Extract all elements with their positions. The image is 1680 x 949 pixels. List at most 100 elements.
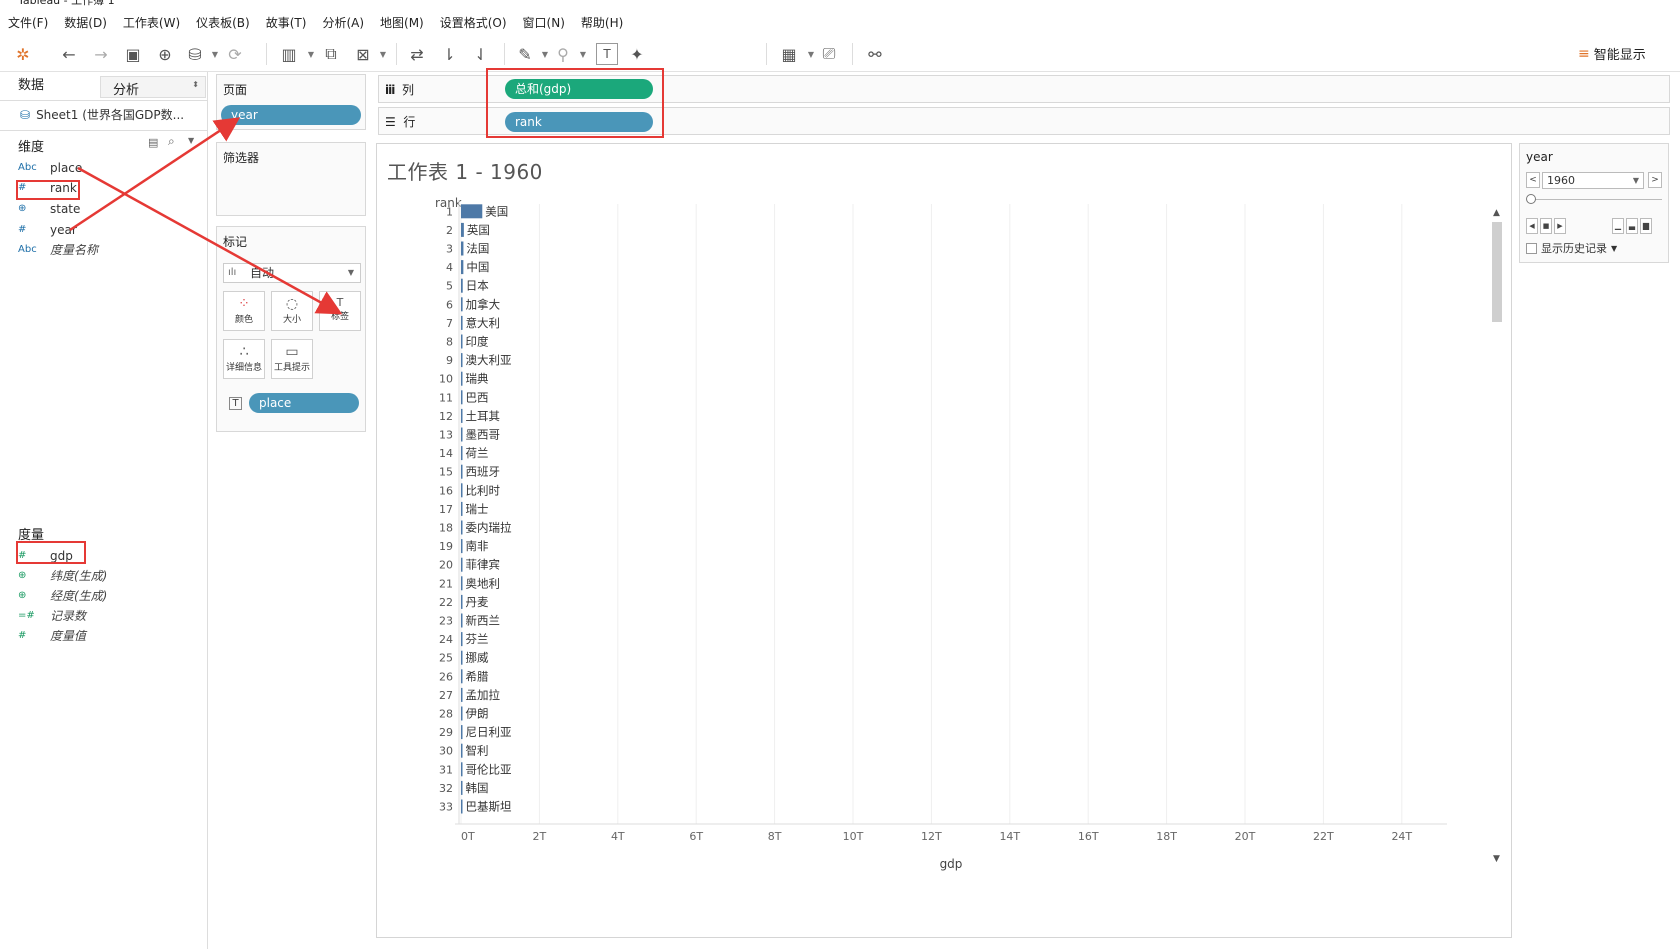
menu-help[interactable]: 帮助(H) <box>573 12 631 34</box>
bar[interactable] <box>461 632 463 647</box>
bar[interactable] <box>461 799 463 814</box>
bar[interactable] <box>461 594 463 609</box>
clear-sheet-icon[interactable]: ⊠ <box>352 43 374 65</box>
bar[interactable] <box>461 613 463 628</box>
color-button[interactable]: ⁘ 颜色 <box>223 291 265 331</box>
bar[interactable] <box>461 390 463 405</box>
measure-values[interactable]: # 度量值 <box>18 626 86 646</box>
bar[interactable] <box>461 427 463 442</box>
fix-axes-icon[interactable]: ✦ <box>626 43 648 65</box>
menu-format[interactable]: 设置格式(O) <box>432 12 515 34</box>
share-icon[interactable]: ⚯ <box>864 43 886 65</box>
bar[interactable] <box>461 762 463 777</box>
tab-analysis[interactable]: 分析 ⬍ <box>100 76 206 98</box>
dimension-state[interactable]: ⊕ state <box>18 199 80 219</box>
bar[interactable] <box>461 687 463 702</box>
bar[interactable] <box>461 483 463 498</box>
bar[interactable] <box>461 353 463 368</box>
prev-page-button[interactable]: < <box>1526 172 1540 188</box>
menu-map[interactable]: 地图(M) <box>372 12 432 34</box>
play-back-button[interactable]: ◀ <box>1526 218 1538 234</box>
tableau-logo-icon[interactable]: ✲ <box>12 43 34 65</box>
next-page-button[interactable]: > <box>1648 172 1662 188</box>
play-forward-button[interactable]: ▶ <box>1554 218 1566 234</box>
speed-medium-button[interactable]: ▃ <box>1626 218 1638 234</box>
detail-button[interactable]: ∴ 详细信息 <box>223 339 265 379</box>
size-button[interactable]: ◌ 大小 <box>271 291 313 331</box>
bar[interactable] <box>461 446 463 461</box>
search-icon[interactable]: ⌕ <box>168 134 175 149</box>
new-worksheet-icon[interactable]: ▥ <box>278 43 300 65</box>
bar[interactable] <box>461 520 463 535</box>
datasource-dropdown-icon[interactable]: ▼ <box>204 43 226 65</box>
undo-icon[interactable]: ← <box>58 43 80 65</box>
bar[interactable] <box>461 557 463 572</box>
marks-pill-place[interactable]: place <box>249 393 359 413</box>
bar[interactable] <box>461 315 463 330</box>
menu-dashboard[interactable]: 仪表板(B) <box>188 12 258 34</box>
dimension-year[interactable]: # year <box>18 220 77 240</box>
bar[interactable] <box>461 576 463 591</box>
menu-data[interactable]: 数据(D) <box>56 12 115 34</box>
bar[interactable] <box>461 539 463 554</box>
speed-fast-button[interactable]: ▆ <box>1640 218 1652 234</box>
scroll-down-icon[interactable]: ▼ <box>1493 854 1500 864</box>
refresh-icon[interactable]: ⟳ <box>224 43 246 65</box>
vertical-scrollbar[interactable]: ▲ ▼ <box>1489 208 1505 868</box>
swap-rows-columns-icon[interactable]: ⇄ <box>406 43 428 65</box>
stop-button[interactable]: ■ <box>1540 218 1552 234</box>
smart-show-button[interactable]: ≡ 智能显示 <box>1578 44 1646 64</box>
group-dropdown-icon[interactable]: ▼ <box>572 43 594 65</box>
scroll-up-icon[interactable]: ▲ <box>1493 208 1500 218</box>
mark-type-select[interactable]: ılı 自动 ▼ <box>223 263 361 283</box>
bar[interactable] <box>461 222 464 237</box>
bar[interactable] <box>461 669 463 684</box>
measure-latitude[interactable]: ⊕ 纬度(生成) <box>18 566 107 586</box>
bar[interactable] <box>461 278 463 293</box>
measure-record-count[interactable]: =# 记录数 <box>18 606 86 626</box>
chevron-down-icon[interactable]: ▼ <box>188 136 194 145</box>
page-slider-track[interactable] <box>1530 199 1662 200</box>
menu-window[interactable]: 窗口(N) <box>515 12 573 34</box>
duplicate-sheet-icon[interactable]: ⧉ <box>320 43 342 65</box>
pages-pill-year[interactable]: year <box>221 105 361 125</box>
tooltip-button[interactable]: ▭ 工具提示 <box>271 339 313 379</box>
menu-analysis[interactable]: 分析(A) <box>314 12 372 34</box>
year-select[interactable]: 1960 ▼ <box>1542 172 1644 189</box>
show-labels-icon[interactable]: T <box>596 43 618 65</box>
datasource-item[interactable]: ⛁ Sheet1 (世界各国GDP数... <box>20 106 184 123</box>
scrollbar-thumb[interactable] <box>1492 222 1502 322</box>
bar[interactable] <box>461 408 463 423</box>
page-slider-handle[interactable] <box>1526 194 1536 204</box>
sort-descending-icon[interactable]: ⇃ <box>470 43 492 65</box>
bar[interactable] <box>461 501 463 516</box>
dimension-measure-names[interactable]: Abc 度量名称 <box>18 240 98 260</box>
show-cards-icon[interactable]: ▦ <box>778 43 800 65</box>
view-toggle-icon[interactable]: ▤ <box>148 136 158 149</box>
bar[interactable] <box>461 725 463 740</box>
menu-worksheet[interactable]: 工作表(W) <box>115 12 188 34</box>
menu-story[interactable]: 故事(T) <box>258 12 315 34</box>
dimension-place[interactable]: Abc place <box>18 158 82 178</box>
highlight-icon[interactable]: ✎ <box>514 43 536 65</box>
bar[interactable] <box>461 204 483 219</box>
new-worksheet-dropdown-icon[interactable]: ▼ <box>300 43 322 65</box>
menu-file[interactable]: 文件(F) <box>0 12 56 34</box>
datasource-icon[interactable]: ⛁ <box>184 43 206 65</box>
filters-card[interactable]: 筛选器 <box>216 142 366 216</box>
bar[interactable] <box>461 743 463 758</box>
sort-ascending-icon[interactable]: ⇂ <box>438 43 460 65</box>
bar[interactable] <box>461 260 464 275</box>
bar[interactable] <box>461 297 463 312</box>
bar[interactable] <box>461 464 463 479</box>
bar[interactable] <box>461 780 463 795</box>
measure-longitude[interactable]: ⊕ 经度(生成) <box>18 586 107 606</box>
bar[interactable] <box>461 371 463 386</box>
show-history-toggle[interactable]: 显示历史记录 ▼ <box>1526 240 1617 256</box>
save-icon[interactable]: ▣ <box>122 43 144 65</box>
new-datasource-icon[interactable]: ⊕ <box>154 43 176 65</box>
bar[interactable] <box>461 334 463 349</box>
bar[interactable] <box>461 706 463 721</box>
redo-icon[interactable]: → <box>90 43 112 65</box>
group-icon[interactable]: ⚲ <box>552 43 574 65</box>
